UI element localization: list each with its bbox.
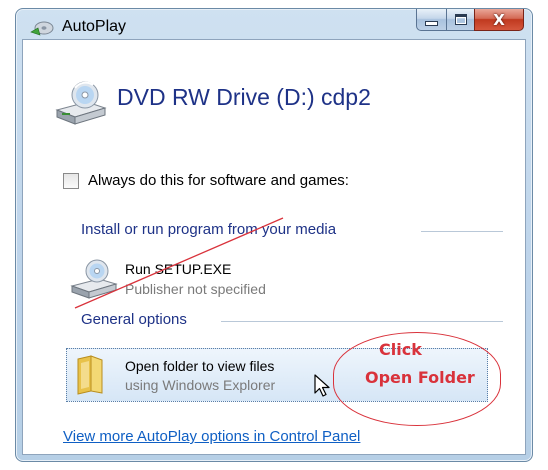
- general-options-heading: General options: [81, 311, 187, 328]
- minimize-icon: [425, 21, 438, 26]
- annotation-click-text: Click: [379, 340, 422, 359]
- drive-title: DVD RW Drive (D:) cdp2: [117, 84, 371, 110]
- close-button[interactable]: X: [474, 9, 524, 31]
- open-folder-subtitle: using Windows Explorer: [125, 377, 276, 393]
- annotation-open-folder-text: Open Folder: [365, 368, 475, 387]
- dialog-content: DVD RW Drive (D:) cdp2 Always do this fo…: [22, 39, 526, 455]
- folder-icon: [77, 355, 103, 395]
- close-icon: X: [493, 10, 505, 29]
- general-options-divider: [221, 321, 503, 322]
- autoplay-icon: [30, 21, 54, 36]
- always-do-this-row[interactable]: Always do this for software and games:: [63, 172, 349, 189]
- dvd-drive-icon: [55, 81, 107, 125]
- always-do-this-checkbox[interactable]: [63, 172, 79, 189]
- autoplay-window: AutoPlay X DVD RW Drive (D:) cdp2 Always…: [15, 8, 533, 462]
- always-do-this-label[interactable]: Always do this for software and games:: [88, 172, 349, 189]
- window-title: AutoPlay: [62, 18, 127, 35]
- maximize-button[interactable]: [446, 9, 474, 31]
- mouse-cursor-icon: [314, 374, 330, 397]
- install-section-heading: Install or run program from your media: [81, 221, 337, 238]
- open-folder-title[interactable]: Open folder to view files: [125, 358, 274, 374]
- minimize-button[interactable]: [416, 9, 446, 31]
- run-setup-icon: [70, 259, 118, 299]
- maximize-icon: [454, 14, 467, 25]
- run-setup-title[interactable]: Run SETUP.EXE: [125, 261, 231, 277]
- run-setup-publisher: Publisher not specified: [125, 281, 266, 297]
- control-panel-link[interactable]: View more AutoPlay options in Control Pa…: [63, 428, 360, 445]
- caption-buttons: X: [416, 9, 524, 31]
- install-section-divider: [421, 231, 503, 232]
